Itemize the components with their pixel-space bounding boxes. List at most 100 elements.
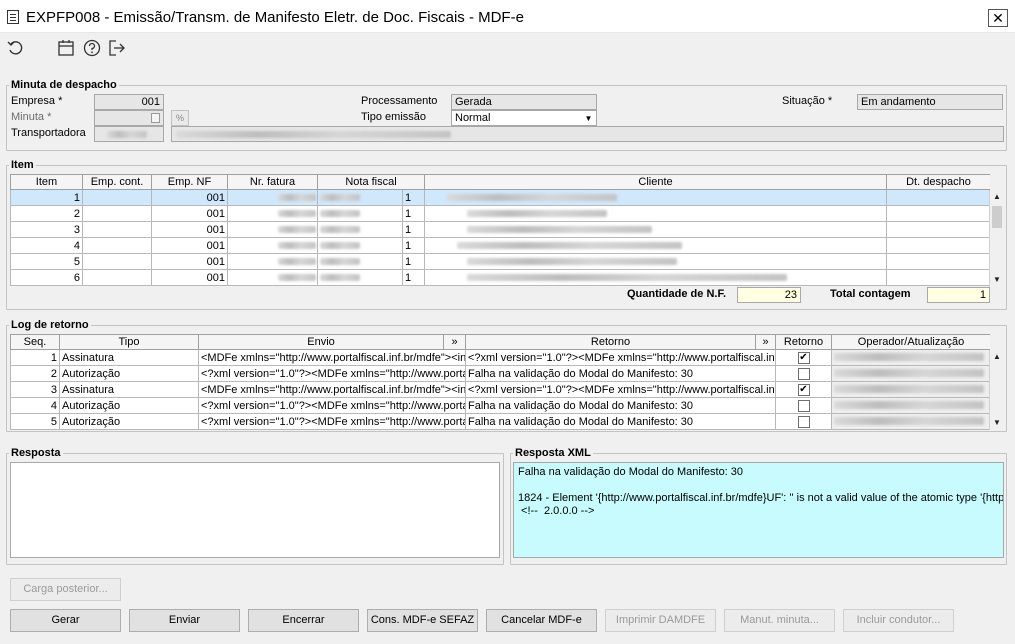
envio-cell[interactable]: <?xml version="1.0"?><MDFe xmlns="http:/… <box>198 413 466 430</box>
col-tipo[interactable]: Tipo <box>59 334 199 350</box>
minuta-lookup-icon[interactable]: % <box>171 110 189 126</box>
scroll-up-icon[interactable]: ▲ <box>990 350 1004 364</box>
emp-nf-cell[interactable]: 001 <box>151 221 228 238</box>
tipo-cell[interactable]: Autorização <box>59 413 199 430</box>
table-row[interactable]: 1 001 1 <box>10 189 990 206</box>
dt-despacho-cell[interactable] <box>886 221 990 238</box>
encerrar-button[interactable]: Encerrar <box>248 609 359 632</box>
col-envio[interactable]: Envio <box>198 334 444 350</box>
retorno-cell[interactable]: <?xml version="1.0"?><MDFe xmlns="http:/… <box>465 349 776 366</box>
resposta-xml-textarea[interactable]: Falha na validação do Modal do Manifesto… <box>513 462 1004 558</box>
operador-cell[interactable] <box>831 381 990 398</box>
item-cell[interactable]: 3 <box>10 221 83 238</box>
emp-nf-cell[interactable]: 001 <box>151 237 228 254</box>
emp-nf-cell[interactable]: 001 <box>151 269 228 286</box>
tipo-cell[interactable]: Assinatura <box>59 381 199 398</box>
operador-cell[interactable] <box>831 397 990 414</box>
retorno-cell[interactable]: Falha na validação do Modal do Manifesto… <box>465 397 776 414</box>
seq-cell[interactable]: 3 <box>10 381 60 398</box>
scroll-thumb[interactable] <box>992 206 1002 228</box>
col-operador[interactable]: Operador/Atualização <box>831 334 990 350</box>
dt-despacho-cell[interactable] <box>886 237 990 254</box>
cons-sefaz-button[interactable]: Cons. MDF-e SEFAZ <box>367 609 478 632</box>
help-icon[interactable] <box>82 38 102 58</box>
empresa-field[interactable]: 001 <box>94 94 164 110</box>
table-row[interactable]: 3 Assinatura <MDFe xmlns="http://www.por… <box>10 381 990 398</box>
col-item[interactable]: Item <box>10 174 83 190</box>
emp-nf-cell[interactable]: 001 <box>151 189 228 206</box>
calendar-icon[interactable] <box>56 38 76 58</box>
expand-retorno-button[interactable]: » <box>755 334 776 350</box>
emp-nf-cell[interactable]: 001 <box>151 253 228 270</box>
emp-cont-cell[interactable] <box>82 253 152 270</box>
processamento-field[interactable]: Gerada <box>451 94 597 110</box>
table-row[interactable]: 2 Autorização <?xml version="1.0"?><MDFe… <box>10 365 990 382</box>
expand-envio-button[interactable]: » <box>443 334 466 350</box>
imprimir-damdfe-button[interactable]: Imprimir DAMDFE <box>605 609 716 632</box>
situacao-field[interactable]: Em andamento <box>857 94 1003 110</box>
log-scrollbar[interactable]: ▲ ▼ <box>989 350 1004 430</box>
nr-fatura-cell[interactable] <box>227 221 318 238</box>
table-row[interactable]: 4 Autorização <?xml version="1.0"?><MDFe… <box>10 397 990 414</box>
nota-fiscal-cell[interactable] <box>317 221 403 238</box>
nota-serie-cell[interactable]: 1 <box>401 237 426 254</box>
nr-fatura-cell[interactable] <box>227 269 318 286</box>
incluir-condutor-button[interactable]: Incluir condutor... <box>843 609 954 632</box>
item-cell[interactable]: 4 <box>10 237 83 254</box>
scroll-up-icon[interactable]: ▲ <box>990 190 1004 204</box>
col-retorno[interactable]: Retorno <box>465 334 756 350</box>
transportadora-name-field[interactable] <box>171 126 1004 142</box>
nota-fiscal-cell[interactable] <box>317 237 403 254</box>
dt-despacho-cell[interactable] <box>886 269 990 286</box>
operador-cell[interactable] <box>831 413 990 430</box>
seq-cell[interactable]: 4 <box>10 397 60 414</box>
nr-fatura-cell[interactable] <box>227 189 318 206</box>
enviar-button[interactable]: Enviar <box>129 609 240 632</box>
retorno-cell[interactable]: <?xml version="1.0"?><MDFe xmlns="http:/… <box>465 381 776 398</box>
dt-despacho-cell[interactable] <box>886 253 990 270</box>
dt-despacho-cell[interactable] <box>886 205 990 222</box>
transportadora-code-field[interactable] <box>94 126 164 142</box>
cliente-cell[interactable] <box>424 237 888 254</box>
table-row[interactable]: 1 Assinatura <MDFe xmlns="http://www.por… <box>10 349 990 366</box>
nota-serie-cell[interactable]: 1 <box>401 205 426 222</box>
dt-despacho-cell[interactable] <box>886 189 990 206</box>
col-emp-cont[interactable]: Emp. cont. <box>82 174 152 190</box>
table-row[interactable]: 5 001 1 <box>10 253 990 270</box>
operador-cell[interactable] <box>831 365 990 382</box>
envio-cell[interactable]: <MDFe xmlns="http://www.portalfiscal.inf… <box>198 349 466 366</box>
col-seq[interactable]: Seq. <box>10 334 60 350</box>
cliente-cell[interactable] <box>424 205 888 222</box>
col-dt-despacho[interactable]: Dt. despacho <box>886 174 990 190</box>
col-nr-fatura[interactable]: Nr. fatura <box>227 174 318 190</box>
close-icon[interactable]: ✕ <box>988 9 1008 27</box>
retorno-cell[interactable]: Falha na validação do Modal do Manifesto… <box>465 413 776 430</box>
scroll-down-icon[interactable]: ▼ <box>990 416 1004 430</box>
operador-cell[interactable] <box>831 349 990 366</box>
carga-posterior-button[interactable]: Carga posterior... <box>10 578 121 601</box>
table-row[interactable]: 5 Autorização <?xml version="1.0"?><MDFe… <box>10 413 990 430</box>
retorno-checkbox[interactable]: ✔ <box>797 383 810 396</box>
tipo-cell[interactable]: Assinatura <box>59 349 199 366</box>
nr-fatura-cell[interactable] <box>227 253 318 270</box>
manut-minuta-button[interactable]: Manut. minuta... <box>724 609 835 632</box>
table-row[interactable]: 3 001 1 <box>10 221 990 238</box>
item-scrollbar[interactable]: ▲ ▼ <box>989 190 1004 287</box>
col-cliente[interactable]: Cliente <box>424 174 888 190</box>
item-cell[interactable]: 1 <box>10 189 83 206</box>
cliente-cell[interactable] <box>424 269 888 286</box>
seq-cell[interactable]: 5 <box>10 413 60 430</box>
gerar-button[interactable]: Gerar <box>10 609 121 632</box>
item-cell[interactable]: 5 <box>10 253 83 270</box>
tipo-cell[interactable]: Autorização <box>59 397 199 414</box>
nota-fiscal-cell[interactable] <box>317 269 403 286</box>
exit-icon[interactable] <box>107 38 127 58</box>
table-row[interactable]: 6 001 1 <box>10 269 990 286</box>
emp-cont-cell[interactable] <box>82 269 152 286</box>
envio-cell[interactable]: <?xml version="1.0"?><MDFe xmlns="http:/… <box>198 397 466 414</box>
retorno-checkbox[interactable] <box>797 399 810 412</box>
nota-fiscal-cell[interactable] <box>317 253 403 270</box>
col-retorno-flag[interactable]: Retorno <box>775 334 832 350</box>
emp-cont-cell[interactable] <box>82 221 152 238</box>
item-cell[interactable]: 2 <box>10 205 83 222</box>
